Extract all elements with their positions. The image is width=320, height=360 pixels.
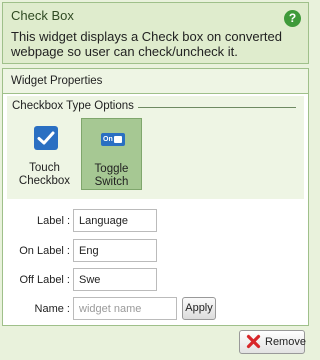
- toggle-switch-label: Toggle Switch: [94, 163, 129, 188]
- on-label-input[interactable]: Eng: [73, 239, 157, 262]
- off-label-row: Off Label : Swe: [7, 268, 304, 292]
- apply-button[interactable]: Apply: [182, 297, 216, 320]
- panel-title: Widget Properties: [3, 69, 308, 94]
- name-field-label: Name :: [34, 303, 70, 315]
- remove-button[interactable]: Remove: [239, 330, 306, 354]
- help-icon[interactable]: ?: [284, 10, 301, 27]
- on-label-row: On Label : Eng: [7, 239, 304, 263]
- type-options-legend: Checkbox Type Options: [12, 100, 138, 112]
- widget-description: This widget displays a Check box on conv…: [11, 29, 282, 59]
- label-row: Label : Language: [7, 209, 304, 233]
- properties-form: Label : Language On Label : Eng Off Labe…: [7, 203, 304, 323]
- toggle-switch-option[interactable]: On Toggle Switch: [81, 118, 142, 190]
- remove-label: Remove: [265, 336, 306, 348]
- checkbox-type-options: Checkbox Type Options Touch Checkbox On …: [7, 96, 304, 199]
- off-label-field-label: Off Label :: [19, 274, 70, 286]
- on-label-field-label: On Label :: [19, 245, 70, 257]
- label-field-label: Label :: [36, 215, 70, 227]
- checkbox-checked-icon: [34, 126, 58, 150]
- toggle-knob: [114, 136, 122, 143]
- touch-checkbox-option[interactable]: Touch Checkbox: [14, 118, 75, 190]
- widget-properties-panel: Widget Properties Checkbox Type Options …: [2, 68, 309, 326]
- off-label-input[interactable]: Swe: [73, 268, 157, 291]
- widget-title: Check Box: [11, 8, 74, 23]
- remove-x-icon: [246, 334, 261, 349]
- label-input[interactable]: Language: [73, 209, 157, 232]
- name-input[interactable]: widget name: [73, 297, 177, 320]
- touch-checkbox-label: Touch Checkbox: [18, 162, 71, 187]
- widget-header: Check Box ? This widget displays a Check…: [2, 2, 309, 64]
- name-row: Name : widget name Apply: [7, 297, 304, 321]
- toggle-switch-icon: On: [101, 133, 125, 146]
